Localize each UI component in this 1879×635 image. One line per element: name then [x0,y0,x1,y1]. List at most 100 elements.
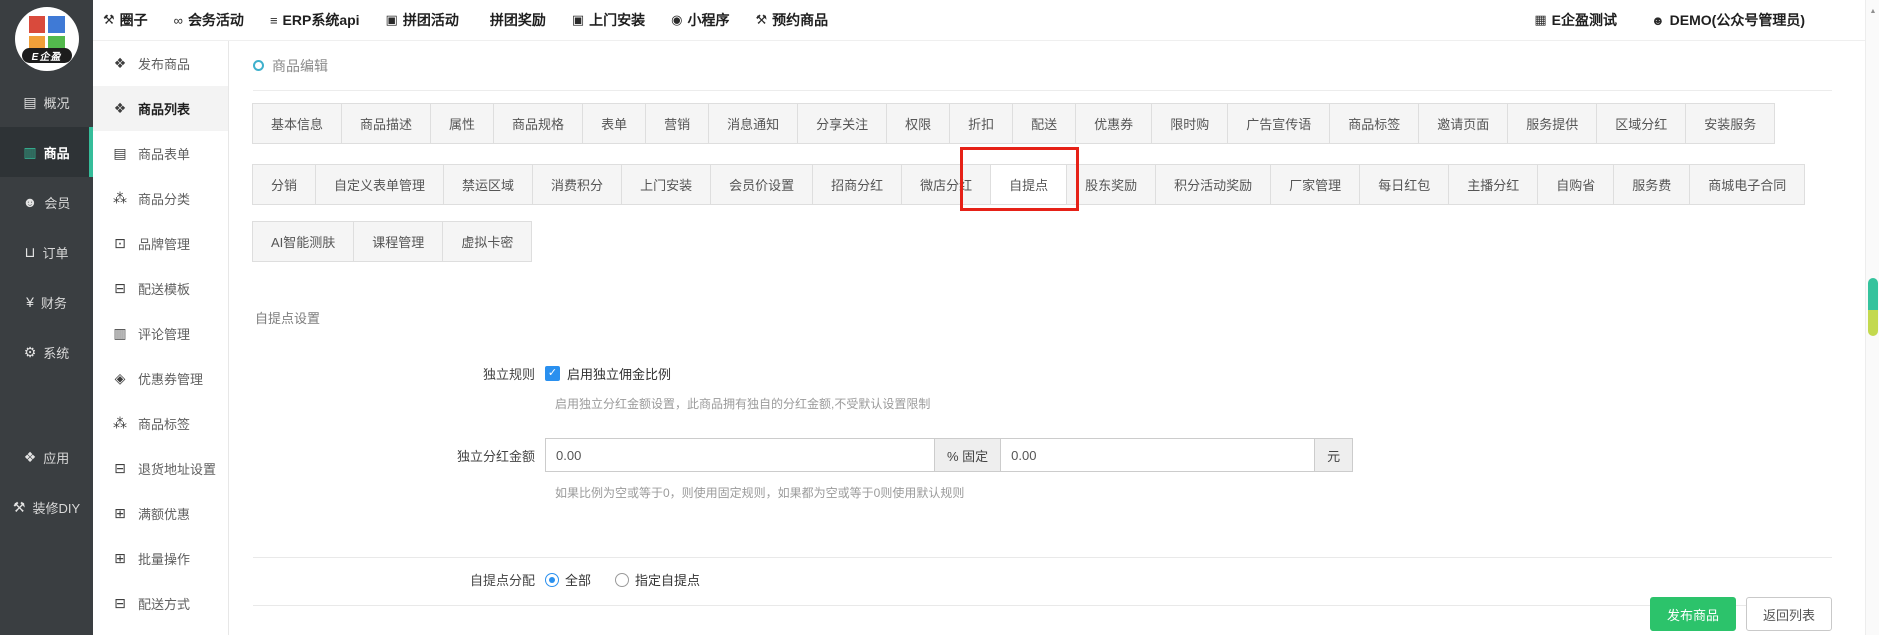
tab[interactable]: 商品标签 [1329,103,1419,144]
tab[interactable]: 基本信息 [252,103,342,144]
account-user[interactable]: ☻ DEMO(公众号管理员) [1651,10,1805,30]
tab[interactable]: 权限 [886,103,950,144]
tab[interactable]: 商城电子合同 [1689,164,1805,205]
sidebar-item-orders[interactable]: ⊔ 订单 [0,227,93,277]
tab[interactable]: 自定义表单管理 [315,164,444,205]
tab[interactable]: 微店分红 [901,164,991,205]
tab[interactable]: 股东奖励 [1066,164,1156,205]
tab[interactable]: 服务费 [1613,164,1690,205]
tab[interactable]: 自提点 [990,164,1067,205]
sidebar-item-members[interactable]: ☻ 会员 [0,177,93,227]
sidebar-item-apps[interactable]: ❖ 应用 [0,432,93,482]
tab[interactable]: 课程管理 [353,221,443,262]
sidebar-item-overview[interactable]: ▤ 概况 [0,77,93,127]
dividend-amount-help: 如果比例为空或等于0，则使用固定规则，如果都为空或等于0则使用默认规则 [555,484,1832,501]
subsidebar-item-label: 商品列表 [138,99,190,118]
box-icon: ▤ [23,94,36,111]
subsidebar-item-label: 配送方式 [138,594,190,613]
gift-icon: ⊞ [112,505,128,522]
logo-mark [29,16,65,52]
tab[interactable]: 邀请页面 [1418,103,1508,144]
tab[interactable]: 虚拟卡密 [442,221,532,262]
subsidebar-item[interactable]: ⁂ 商品标签 [93,401,228,446]
subsidebar-item[interactable]: ❖ 发布商品 [93,41,228,86]
percent-input[interactable] [545,438,935,472]
back-to-list-button[interactable]: 返回列表 [1746,597,1832,631]
tab[interactable]: AI智能测肤 [252,221,354,262]
tab[interactable]: 厂家管理 [1270,164,1360,205]
tab[interactable]: 配送 [1012,103,1076,144]
subsidebar-item[interactable]: ▤ 商品表单 [93,131,228,176]
tab[interactable]: 折扣 [949,103,1013,144]
tab[interactable]: 上门安装 [621,164,711,205]
subsidebar-item[interactable]: ⁂ 商品分类 [93,176,228,221]
radio-icon [545,573,559,587]
sidebar-item-system[interactable]: ⚙ 系统 [0,327,93,377]
pickup-assign-row: 自提点分配 全部 指定自提点 [253,570,1832,589]
briefcase-icon: ⊡ [112,235,128,252]
tab[interactable]: 消费积分 [532,164,622,205]
fixed-amount-input[interactable] [1000,438,1315,472]
nav-booking-goods[interactable]: ⚒ 预约商品 [755,10,828,30]
tab[interactable]: 分享关注 [797,103,887,144]
subsidebar-item-label: 优惠券管理 [138,369,203,388]
tab[interactable]: 积分活动奖励 [1155,164,1271,205]
subsidebar-item[interactable]: ⊟ 退货地址设置 [93,446,228,491]
tab[interactable]: 优惠券 [1075,103,1152,144]
tab[interactable]: 会员价设置 [710,164,813,205]
tab-row-1: 基本信息 商品描述 属性 商品规格 表单 营销 消息通知 [253,103,1832,144]
nav-meeting[interactable]: ∞ 会务活动 [174,10,244,30]
scroll-up-icon[interactable]: ▲ [1866,8,1879,15]
tab[interactable]: 主播分红 [1448,164,1538,205]
nav-erp-api[interactable]: ≡ ERP系统api [270,10,360,30]
subsidebar-item[interactable]: ▥ 评论管理 [93,311,228,356]
publish-button[interactable]: 发布商品 [1650,597,1736,631]
enable-commission-checkbox[interactable]: ✓ [545,366,560,381]
account-shop[interactable]: ▦ E企盈测试 [1534,10,1617,30]
nav-group-reward[interactable]: 拼团奖励 [485,10,546,30]
nav-circle[interactable]: ⚒ 圈子 [103,10,148,30]
tab[interactable]: 营销 [645,103,709,144]
scrollbar[interactable]: ▲ [1865,0,1879,635]
nav-label: DEMO(公众号管理员) [1670,10,1805,30]
subsidebar-item[interactable]: ⊡ 品牌管理 [93,221,228,266]
radio-specified[interactable]: 指定自提点 [615,570,700,589]
truck-icon: ⊟ [112,460,128,477]
tab[interactable]: 属性 [430,103,494,144]
subsidebar-item[interactable]: ⊞ 满额优惠 [93,491,228,536]
tab[interactable]: 消息通知 [708,103,798,144]
nav-label: 圈子 [120,10,148,30]
nav-group-buy[interactable]: ▣ 拼团活动 [386,10,459,30]
nav-label: 会务活动 [188,10,244,30]
tab[interactable]: 表单 [582,103,646,144]
independent-rule-help: 启用独立分红金额设置，此商品拥有独自的分红金额,不受默认设置限制 [555,395,1832,412]
tab[interactable]: 分销 [252,164,316,205]
radio-label: 全部 [565,570,591,589]
sidebar-item-finance[interactable]: ¥ 财务 [0,277,93,327]
subsidebar-item[interactable]: ◈ 优惠券管理 [93,356,228,401]
radio-all[interactable]: 全部 [545,570,591,589]
subsidebar-item[interactable]: ❖ 商品列表 [93,86,228,131]
subsidebar-item[interactable]: ⊞ 批量操作 [93,536,228,581]
tab[interactable]: 广告宣传语 [1227,103,1330,144]
tab[interactable]: 招商分红 [812,164,902,205]
sidebar-item-goods[interactable]: ▥ 商品 [0,127,93,177]
tab[interactable]: 服务提供 [1507,103,1597,144]
sidebar-item-decor-diy[interactable]: ⚒ 装修DIY [0,482,93,532]
scrollbar-thumb[interactable] [1868,278,1878,336]
subsidebar-item[interactable]: ⊟ 配送模板 [93,266,228,311]
subsidebar-item[interactable]: ⊟ 配送方式 [93,581,228,626]
enable-commission-label[interactable]: 启用独立佣金比例 [567,364,671,383]
tab[interactable]: 限时购 [1151,103,1228,144]
nav-mini-program[interactable]: ◉ 小程序 [671,10,729,30]
tab[interactable]: 禁运区域 [443,164,533,205]
tab[interactable]: 自购省 [1537,164,1614,205]
tab[interactable]: 安装服务 [1685,103,1775,144]
tab[interactable]: 区域分红 [1596,103,1686,144]
sidebar-item-label: 会员 [44,193,70,212]
tab[interactable]: 商品描述 [341,103,431,144]
sidebar-item-label: 系统 [43,343,69,362]
nav-home-install[interactable]: ▣ 上门安装 [572,10,645,30]
tab[interactable]: 商品规格 [493,103,583,144]
tab[interactable]: 每日红包 [1359,164,1449,205]
